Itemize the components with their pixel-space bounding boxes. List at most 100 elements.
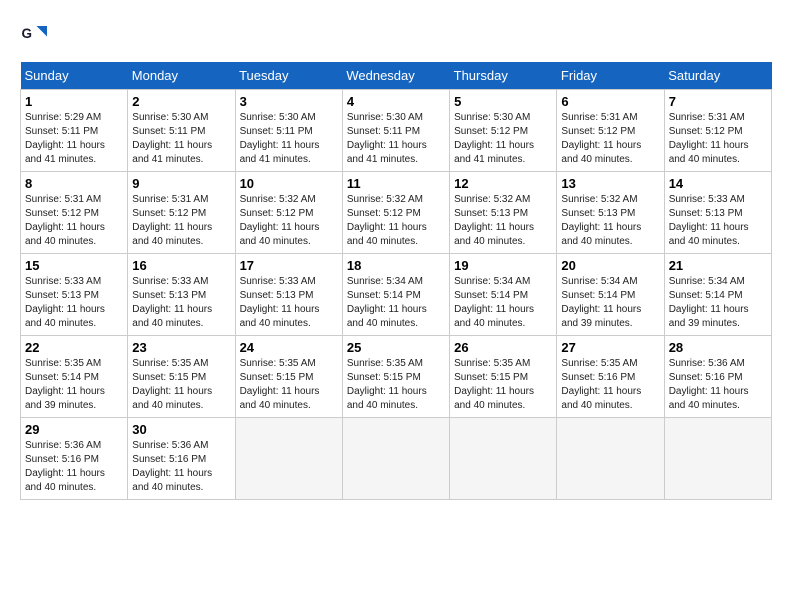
- calendar-cell: 1Sunrise: 5:29 AMSunset: 5:11 PMDaylight…: [21, 90, 128, 172]
- cell-info: Sunrise: 5:31 AMSunset: 5:12 PMDaylight:…: [132, 193, 230, 249]
- calendar-cell: 13 Sunrise: 5:32 AMSunset: 5:13 PMDayligh…: [557, 172, 664, 254]
- cell-info: Sunrise: 5:34 AMSunset: 5:14 PMDaylight:…: [669, 275, 767, 331]
- calendar-cell: 30 Sunrise: 5:36 AMSunset: 5:16 PMDayligh…: [128, 418, 235, 500]
- cell-info: Sunrise: 5:30 AMSunset: 5:11 PMDaylight:…: [240, 111, 338, 167]
- calendar-week-row: 15 Sunrise: 5:33 AMSunset: 5:13 PMDayligh…: [21, 254, 772, 336]
- calendar-cell: 9Sunrise: 5:31 AMSunset: 5:12 PMDaylight…: [128, 172, 235, 254]
- calendar-week-row: 8 Sunrise: 5:31 AMSunset: 5:12 PMDaylight…: [21, 172, 772, 254]
- header: G: [20, 20, 772, 50]
- calendar-cell: 12Sunrise: 5:32 AMSunset: 5:13 PMDayligh…: [450, 172, 557, 254]
- calendar-cell: [557, 418, 664, 500]
- day-of-week-header: Thursday: [450, 62, 557, 90]
- cell-info: Sunrise: 5:35 AMSunset: 5:15 PMDaylight:…: [454, 357, 552, 413]
- day-number: 23: [132, 340, 230, 355]
- day-number: 10: [240, 176, 338, 191]
- day-of-week-header: Friday: [557, 62, 664, 90]
- cell-info: Sunrise: 5:33 AMSunset: 5:13 PMDaylight:…: [132, 275, 230, 331]
- cell-info: Sunrise: 5:35 AMSunset: 5:15 PMDaylight:…: [240, 357, 338, 413]
- calendar-cell: 2Sunrise: 5:30 AMSunset: 5:11 PMDaylight…: [128, 90, 235, 172]
- calendar-cell: 4 Sunrise: 5:30 AMSunset: 5:11 PMDaylight…: [342, 90, 449, 172]
- calendar-cell: 22 Sunrise: 5:35 AMSunset: 5:14 PMDayligh…: [21, 336, 128, 418]
- day-number: 7: [669, 94, 767, 109]
- cell-info: Sunrise: 5:30 AMSunset: 5:11 PMDaylight:…: [347, 111, 445, 167]
- calendar-cell: 24 Sunrise: 5:35 AMSunset: 5:15 PMDayligh…: [235, 336, 342, 418]
- calendar-cell: 16 Sunrise: 5:33 AMSunset: 5:13 PMDayligh…: [128, 254, 235, 336]
- cell-info: Sunrise: 5:34 AMSunset: 5:14 PMDaylight:…: [454, 275, 552, 331]
- day-number: 21: [669, 258, 767, 273]
- calendar-cell: 5 Sunrise: 5:30 AMSunset: 5:12 PMDaylight…: [450, 90, 557, 172]
- logo: G: [20, 20, 54, 50]
- day-number: 16: [132, 258, 230, 273]
- calendar-cell: [235, 418, 342, 500]
- cell-info: Sunrise: 5:35 AMSunset: 5:14 PMDaylight:…: [25, 357, 123, 413]
- day-number: 19: [454, 258, 552, 273]
- calendar-cell: 20 Sunrise: 5:34 AMSunset: 5:14 PMDayligh…: [557, 254, 664, 336]
- calendar-cell: 28 Sunrise: 5:36 AMSunset: 5:16 PMDayligh…: [664, 336, 771, 418]
- calendar-cell: 27 Sunrise: 5:35 AMSunset: 5:16 PMDayligh…: [557, 336, 664, 418]
- day-number: 15: [25, 258, 123, 273]
- day-of-week-header: Tuesday: [235, 62, 342, 90]
- logo-icon: G: [20, 20, 50, 50]
- calendar-cell: 11Sunrise: 5:32 AMSunset: 5:12 PMDayligh…: [342, 172, 449, 254]
- cell-info: Sunrise: 5:32 AMSunset: 5:12 PMDaylight:…: [347, 193, 445, 249]
- calendar-cell: 15Sunrise: 5:33 AMSunset: 5:13 PMDayligh…: [21, 254, 128, 336]
- day-of-week-header: Wednesday: [342, 62, 449, 90]
- calendar-cell: 18 Sunrise: 5:34 AMSunset: 5:14 PMDayligh…: [342, 254, 449, 336]
- cell-info: Sunrise: 5:32 AMSunset: 5:13 PMDaylight:…: [454, 193, 552, 249]
- calendar-cell: 26 Sunrise: 5:35 AMSunset: 5:15 PMDayligh…: [450, 336, 557, 418]
- calendar-cell: [664, 418, 771, 500]
- calendar-week-row: 29 Sunrise: 5:36 AMSunset: 5:16 PMDayligh…: [21, 418, 772, 500]
- day-number: 26: [454, 340, 552, 355]
- calendar-cell: 6Sunrise: 5:31 AMSunset: 5:12 PMDaylight…: [557, 90, 664, 172]
- cell-info: Sunrise: 5:34 AMSunset: 5:14 PMDaylight:…: [561, 275, 659, 331]
- cell-info: Sunrise: 5:33 AMSunset: 5:13 PMDaylight:…: [669, 193, 767, 249]
- day-number: 13: [561, 176, 659, 191]
- day-number: 6: [561, 94, 659, 109]
- day-number: 24: [240, 340, 338, 355]
- day-number: 14: [669, 176, 767, 191]
- day-number: 18: [347, 258, 445, 273]
- cell-info: Sunrise: 5:35 AMSunset: 5:16 PMDaylight:…: [561, 357, 659, 413]
- calendar-cell: 23Sunrise: 5:35 AMSunset: 5:15 PMDayligh…: [128, 336, 235, 418]
- calendar-cell: [342, 418, 449, 500]
- cell-info: Sunrise: 5:32 AMSunset: 5:12 PMDaylight:…: [240, 193, 338, 249]
- cell-info: Sunrise: 5:29 AMSunset: 5:11 PMDaylight:…: [25, 111, 123, 167]
- cell-info: Sunrise: 5:30 AMSunset: 5:12 PMDaylight:…: [454, 111, 552, 167]
- day-number: 22: [25, 340, 123, 355]
- calendar-cell: 3 Sunrise: 5:30 AMSunset: 5:11 PMDaylight…: [235, 90, 342, 172]
- calendar-cell: 14 Sunrise: 5:33 AMSunset: 5:13 PMDayligh…: [664, 172, 771, 254]
- day-number: 25: [347, 340, 445, 355]
- calendar-cell: [450, 418, 557, 500]
- day-number: 4: [347, 94, 445, 109]
- day-number: 8: [25, 176, 123, 191]
- day-number: 3: [240, 94, 338, 109]
- cell-info: Sunrise: 5:36 AMSunset: 5:16 PMDaylight:…: [669, 357, 767, 413]
- day-number: 30: [132, 422, 230, 437]
- calendar-cell: 29Sunrise: 5:36 AMSunset: 5:16 PMDayligh…: [21, 418, 128, 500]
- calendar-cell: 17Sunrise: 5:33 AMSunset: 5:13 PMDayligh…: [235, 254, 342, 336]
- svg-text:G: G: [22, 26, 33, 41]
- day-number: 29: [25, 422, 123, 437]
- day-of-week-header: Saturday: [664, 62, 771, 90]
- calendar-week-row: 22 Sunrise: 5:35 AMSunset: 5:14 PMDayligh…: [21, 336, 772, 418]
- calendar-week-row: 1Sunrise: 5:29 AMSunset: 5:11 PMDaylight…: [21, 90, 772, 172]
- day-number: 28: [669, 340, 767, 355]
- day-number: 27: [561, 340, 659, 355]
- day-number: 5: [454, 94, 552, 109]
- cell-info: Sunrise: 5:35 AMSunset: 5:15 PMDaylight:…: [347, 357, 445, 413]
- calendar-table: SundayMondayTuesdayWednesdayThursdayFrid…: [20, 62, 772, 500]
- calendar-header: SundayMondayTuesdayWednesdayThursdayFrid…: [21, 62, 772, 90]
- calendar-cell: 8 Sunrise: 5:31 AMSunset: 5:12 PMDaylight…: [21, 172, 128, 254]
- cell-info: Sunrise: 5:34 AMSunset: 5:14 PMDaylight:…: [347, 275, 445, 331]
- calendar-cell: 25 Sunrise: 5:35 AMSunset: 5:15 PMDayligh…: [342, 336, 449, 418]
- cell-info: Sunrise: 5:31 AMSunset: 5:12 PMDaylight:…: [669, 111, 767, 167]
- cell-info: Sunrise: 5:32 AMSunset: 5:13 PMDaylight:…: [561, 193, 659, 249]
- cell-info: Sunrise: 5:36 AMSunset: 5:16 PMDaylight:…: [132, 439, 230, 495]
- calendar-cell: 10 Sunrise: 5:32 AMSunset: 5:12 PMDayligh…: [235, 172, 342, 254]
- day-number: 2: [132, 94, 230, 109]
- cell-info: Sunrise: 5:33 AMSunset: 5:13 PMDaylight:…: [240, 275, 338, 331]
- cell-info: Sunrise: 5:31 AMSunset: 5:12 PMDaylight:…: [25, 193, 123, 249]
- calendar-cell: 7 Sunrise: 5:31 AMSunset: 5:12 PMDaylight…: [664, 90, 771, 172]
- day-number: 20: [561, 258, 659, 273]
- calendar-cell: 19 Sunrise: 5:34 AMSunset: 5:14 PMDayligh…: [450, 254, 557, 336]
